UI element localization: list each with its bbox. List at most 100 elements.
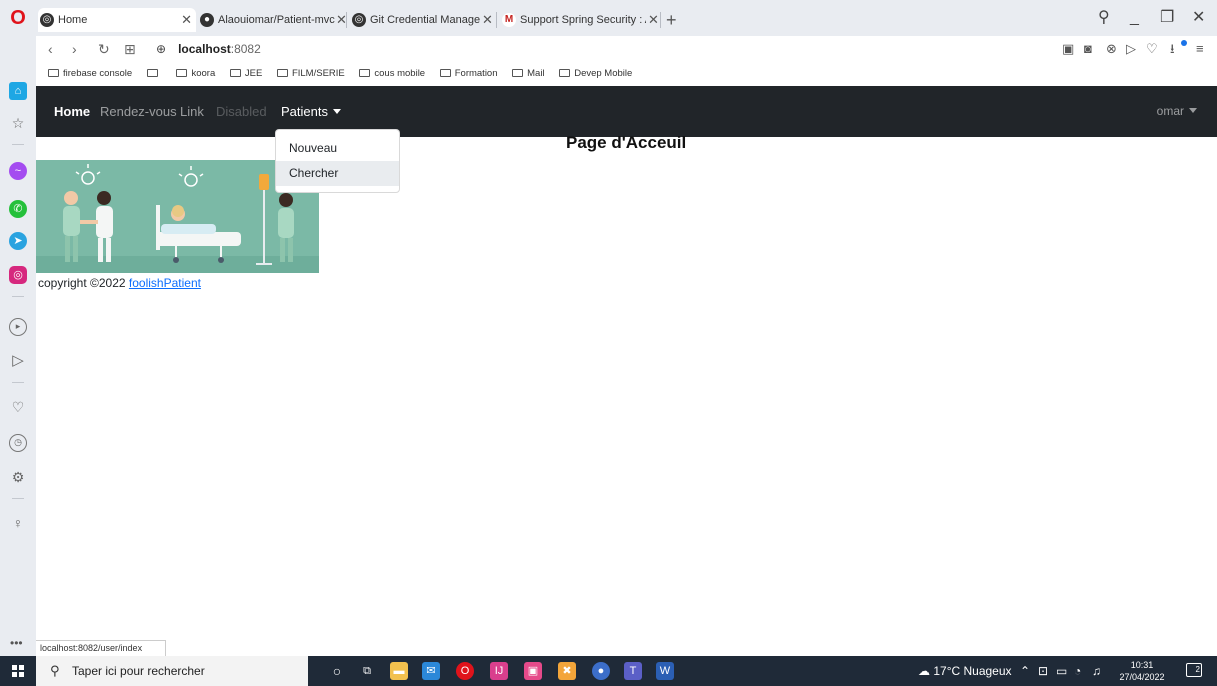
cloud-icon: ☁ [918, 664, 930, 678]
restore-icon[interactable]: ❐ [1160, 6, 1174, 30]
folder-icon [276, 69, 288, 77]
heart-icon[interactable]: ♡ [9, 398, 27, 416]
github-icon: ● [200, 13, 214, 27]
history-icon[interactable]: ◷ [9, 434, 27, 452]
folder-icon [176, 69, 188, 77]
flow-icon[interactable]: ▷ [1126, 39, 1136, 59]
globe-icon: ◎ [352, 13, 366, 27]
back-icon[interactable]: ‹ [48, 39, 53, 59]
tab-separator [660, 12, 661, 28]
mail-icon[interactable]: ✉ [422, 662, 440, 680]
new-tab-button[interactable]: + [666, 8, 677, 32]
reload-icon[interactable]: ↻ [98, 39, 110, 59]
star-icon[interactable]: ☆ [9, 114, 27, 132]
dropdown-item-nouveau[interactable]: Nouveau [276, 136, 399, 161]
close-tab-icon[interactable]: ✕ [482, 8, 493, 32]
tab-home[interactable]: ◎ Home ✕ [38, 8, 196, 32]
bookmark-folder[interactable]: firebase console [48, 62, 132, 86]
whatsapp-icon[interactable]: ✆ [9, 200, 27, 218]
opera-sidebar: ⌂ ☆ ~ ✆ ➤ ◎ ▸ ▷ ♡ ◷ ⚙ ♀ [0, 36, 36, 656]
instagram-icon[interactable]: ◎ [9, 266, 27, 284]
telegram-icon[interactable]: ➤ [9, 232, 27, 250]
forward-icon[interactable]: › [72, 39, 77, 59]
page-title: Page d'Acceuil [566, 133, 687, 152]
site-info-icon[interactable]: ⊕ [156, 42, 166, 56]
bookmark-folder[interactable]: cous mobile [359, 62, 425, 86]
volume-icon[interactable]: ♫ [1092, 656, 1101, 686]
minimize-icon[interactable]: _ [1130, 6, 1139, 30]
folder-icon [48, 69, 59, 77]
url-port: :8082 [230, 42, 261, 56]
task-view-icon[interactable]: ⧉ [358, 662, 376, 680]
opera-logo-icon[interactable]: O [6, 6, 30, 30]
teams-icon[interactable]: T [624, 662, 642, 680]
close-tab-icon[interactable]: ✕ [181, 8, 192, 32]
wallet-heart-icon[interactable]: ♡ [1146, 39, 1158, 59]
nav-home[interactable]: Home [54, 86, 90, 137]
folder-icon [146, 69, 158, 77]
tab-title: Support Spring Security : A [520, 14, 646, 26]
bookmark-label: Mail [527, 68, 545, 79]
search-tabs-icon[interactable]: ⚲ [1098, 6, 1110, 30]
messenger-icon[interactable]: ~ [9, 162, 27, 180]
nav-patients-label: Patients [281, 104, 328, 119]
url-field[interactable]: ⊕ localhost:8082 [156, 39, 261, 59]
bookmark-folder[interactable]: Formation [439, 62, 498, 86]
file-explorer-icon[interactable]: ▬ [390, 662, 408, 680]
tab-git-credential[interactable]: ◎ Git Credential Manager - A [350, 8, 480, 32]
flow-sidebar-icon[interactable]: ▷ [9, 352, 27, 370]
taskbar-search-input[interactable]: ⚲ Taper ici pour rechercher [36, 656, 308, 686]
speed-dial-icon[interactable]: ⊞ [124, 39, 136, 59]
download-icon[interactable]: ⭳ [1170, 39, 1175, 59]
settings-gear-icon[interactable]: ⚙ [9, 468, 27, 486]
bookmark-label: koora [191, 68, 216, 79]
player-icon[interactable]: ▸ [9, 318, 27, 336]
user-dropdown[interactable]: omar [1157, 86, 1197, 137]
folder-icon [559, 69, 571, 77]
battery-icon[interactable]: ▭ [1056, 656, 1067, 686]
download-badge [1181, 40, 1187, 46]
nav-rendez-vous[interactable]: Rendez-vous [100, 86, 177, 137]
bookmark-folder[interactable] [146, 62, 162, 86]
sidebar-more-icon[interactable]: ••• [10, 636, 23, 650]
bookmark-folder[interactable]: Devep Mobile [559, 62, 632, 86]
windows-start-icon[interactable] [12, 665, 24, 677]
opera-taskbar-icon[interactable]: O [456, 662, 474, 680]
intellij-icon[interactable]: IJ [490, 662, 508, 680]
tab-spring-security[interactable]: M Support Spring Security : A [500, 8, 646, 32]
weather-widget[interactable]: ☁ 17°C Nuageux [918, 656, 1012, 686]
close-window-icon[interactable]: ✕ [1192, 6, 1205, 30]
cortana-icon[interactable]: ○ [328, 662, 346, 680]
bookmark-folder[interactable]: JEE [229, 62, 262, 86]
xampp-icon[interactable]: ✖ [558, 662, 576, 680]
globe-icon: ◎ [40, 13, 54, 27]
camera-icon[interactable]: ◙ [1084, 39, 1092, 59]
adblock-icon[interactable]: ⊗ [1106, 39, 1117, 59]
word-icon[interactable]: W [656, 662, 674, 680]
easy-setup-icon[interactable]: ≡ [1196, 39, 1204, 59]
folder-icon [229, 69, 241, 77]
taskbar-clock[interactable]: 10:31 27/04/2022 [1116, 659, 1168, 683]
notification-center-icon[interactable]: 2 [1186, 663, 1202, 677]
windows-taskbar: ⚲ Taper ici pour rechercher ○ ⧉ ▬ ✉ O IJ… [0, 656, 1217, 686]
browser-tab-bar: O ◎ Home ✕ ● Alaouiomar/Patient-mvc ✕ ◎ … [0, 0, 1217, 36]
dropdown-item-chercher[interactable]: Chercher [276, 161, 399, 186]
close-tab-icon[interactable]: ✕ [648, 8, 659, 32]
caret-down-icon [1189, 108, 1197, 113]
wifi-icon[interactable]: ◔ [1074, 656, 1081, 686]
lightbulb-icon[interactable]: ♀ [9, 514, 27, 532]
chrome-icon[interactable]: ● [592, 662, 610, 680]
copyright-link[interactable]: foolishPatient [129, 276, 201, 290]
tray-chevron-icon[interactable]: ⌃ [1020, 656, 1030, 686]
bookmark-folder[interactable]: koora [176, 62, 215, 86]
bookmark-folder[interactable]: Mail [512, 62, 545, 86]
app-icon[interactable]: ▣ [524, 662, 542, 680]
bookmark-folder[interactable]: FILM/SERIE [276, 62, 345, 86]
snapshot-icon[interactable]: ▣ [1062, 39, 1074, 59]
nav-link[interactable]: Link [180, 86, 204, 137]
tab-github[interactable]: ● Alaouiomar/Patient-mvc [198, 8, 346, 32]
network-icon[interactable]: ⊡ [1038, 656, 1048, 686]
patients-dropdown-menu: Nouveau Chercher [275, 129, 400, 193]
copyright-text: copyright ©2022 [38, 276, 129, 290]
home-icon[interactable]: ⌂ [9, 82, 27, 100]
